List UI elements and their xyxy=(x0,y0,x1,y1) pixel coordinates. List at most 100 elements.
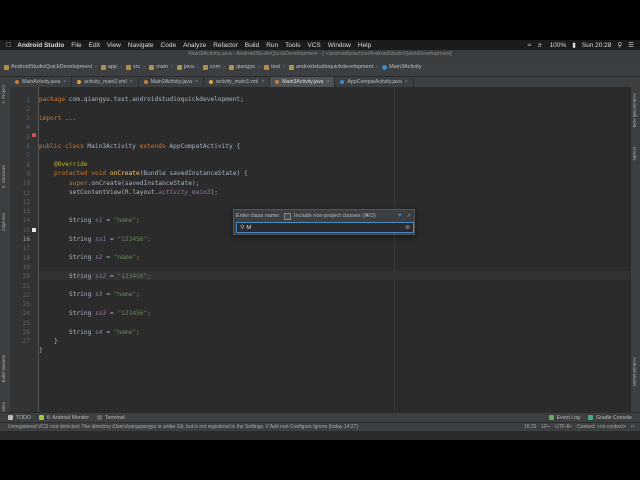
volume-icon[interactable]: ♬ xyxy=(537,42,544,49)
xml-file-icon xyxy=(77,80,82,84)
menu-list-icon[interactable]: ☰ xyxy=(628,41,634,49)
tab-mainactivity[interactable]: MainActivity.java × xyxy=(10,77,73,87)
close-icon[interactable]: × xyxy=(261,79,264,85)
line-number: 12 xyxy=(22,198,30,206)
menu-run[interactable]: Run xyxy=(266,42,278,49)
build-variants-panel-tab[interactable]: Build Variants xyxy=(1,355,6,382)
code-line-1: package com.qiangyu.test.androidstudioqu… xyxy=(39,96,244,103)
right-tool-strip: Android Wifi ADB Gradle Android Model xyxy=(630,87,640,412)
code-line-26: String s4 = "name"; xyxy=(69,328,140,336)
line-number: 26 xyxy=(22,329,30,336)
line-separator[interactable]: LF÷ xyxy=(542,424,551,430)
breadcrumb-item[interactable]: test › xyxy=(264,64,285,70)
status-message[interactable]: Unregistered VCS root detected: The dire… xyxy=(8,424,358,430)
project-panel-tab[interactable]: 1: Project xyxy=(1,85,6,104)
close-icon[interactable]: × xyxy=(405,79,408,85)
include-non-project-checkbox[interactable] xyxy=(284,212,292,220)
line-number: 20 xyxy=(22,273,30,281)
include-non-project-label[interactable]: Include non-project classes (⌘O) xyxy=(294,213,376,219)
editor-tabs: MainActivity.java × activity_main2.xml × M… xyxy=(10,77,640,87)
line-number: 5 xyxy=(26,133,30,141)
cursor-marker-icon xyxy=(32,228,36,232)
tab-activity-main3[interactable]: activity_main3.xml × xyxy=(204,77,271,87)
apple-icon[interactable]:  xyxy=(6,42,11,49)
menu-analyze[interactable]: Analyze xyxy=(183,42,206,49)
battery-icon[interactable]: ▮ xyxy=(572,41,576,49)
menu-file[interactable]: File xyxy=(71,42,81,49)
breadcrumb-item[interactable]: qiangyu › xyxy=(229,64,260,70)
line-number: 6 xyxy=(26,143,30,150)
tab-main2activity[interactable]: Main2Activity.java × xyxy=(139,77,204,87)
code-line-22: String s3 = "name"; xyxy=(69,291,140,299)
event-log-tool-tab[interactable]: Event Log xyxy=(548,415,580,421)
menu-code[interactable]: Code xyxy=(161,42,177,49)
breadcrumb-item[interactable]: AndroidStudioQuickDevelopment › xyxy=(4,64,97,70)
line-number: 23 xyxy=(22,301,30,309)
breadcrumb-item[interactable]: java › xyxy=(176,64,199,70)
tab-main3activity[interactable]: Main3Activity.java × xyxy=(270,77,336,87)
class-search-input[interactable]: ⚲ M ⊗ xyxy=(236,222,414,233)
class-search-value[interactable]: M xyxy=(246,225,251,231)
folder-icon xyxy=(264,64,270,70)
pin-icon[interactable]: ➚ xyxy=(406,213,411,219)
java-class-icon xyxy=(143,80,148,84)
clock[interactable]: Sun 20:28 xyxy=(582,42,612,49)
line-number: 3 xyxy=(26,115,30,123)
menu-refactor[interactable]: Refactor xyxy=(213,42,238,49)
line-number: 10 xyxy=(22,180,30,188)
gradle-console-tool-tab[interactable]: Gradle Console xyxy=(587,415,632,421)
java-class-icon xyxy=(275,80,280,84)
lock-icon[interactable]: □ xyxy=(631,424,634,430)
search-icon[interactable]: ⚲ xyxy=(617,41,622,49)
bottom-tool-bar: TODO 6: Android Monitor Terminal Event L… xyxy=(0,412,640,422)
tab-appcompatactivity[interactable]: AppCompatActivity.java × xyxy=(335,77,414,87)
caret-position[interactable]: 16:31 xyxy=(524,424,537,430)
menu-help[interactable]: Help xyxy=(358,42,371,49)
folder-icon xyxy=(4,64,9,70)
menu-edit[interactable]: Edit xyxy=(89,42,100,49)
todo-tool-tab[interactable]: TODO xyxy=(8,415,31,421)
line-number: 25 xyxy=(22,319,30,327)
terminal-tool-tab[interactable]: Terminal xyxy=(97,415,125,421)
breadcrumb-item[interactable]: Main3Activity xyxy=(382,64,421,70)
menu-view[interactable]: View xyxy=(107,42,121,49)
menu-window[interactable]: Window xyxy=(328,42,351,49)
close-icon[interactable]: × xyxy=(195,79,198,85)
filter-icon[interactable]: ▼ xyxy=(397,213,402,219)
wifi-icon[interactable]: ≈ xyxy=(527,42,531,49)
wifi-adb-panel-tab[interactable]: Android Wifi ADB xyxy=(632,93,637,128)
breadcrumb-item[interactable]: main › xyxy=(149,64,173,70)
gradle-panel-tab[interactable]: Gradle xyxy=(632,147,637,161)
breadcrumb-item[interactable]: androidstudioquickdevelopment › xyxy=(288,64,378,70)
close-icon[interactable]: × xyxy=(63,79,66,85)
line-number: 19 xyxy=(22,263,30,271)
close-icon[interactable]: × xyxy=(326,79,329,85)
tab-activity-main2[interactable]: activity_main2.xml × xyxy=(72,77,139,87)
context-label: Context: <no context> xyxy=(577,424,626,430)
breadcrumb-item[interactable]: com › xyxy=(202,64,225,70)
menu-vcs[interactable]: VCS xyxy=(307,42,320,49)
override-gutter-icon[interactable] xyxy=(32,133,36,137)
status-bar: Unregistered VCS root detected: The dire… xyxy=(0,422,640,431)
android-model-panel-tab[interactable]: Android Model xyxy=(632,357,637,386)
menu-build[interactable]: Build xyxy=(245,42,259,49)
java-class-icon xyxy=(15,80,19,84)
line-number-gutter[interactable]: 1 2 3 4 5 6 7 8 9 10 11 12 13 14 15 16 1… xyxy=(10,87,39,412)
captures-panel-tab[interactable]: Captures xyxy=(1,213,6,231)
android-monitor-tool-tab[interactable]: 6: Android Monitor xyxy=(38,415,89,421)
menu-app-name[interactable]: Android Studio xyxy=(17,42,64,49)
breadcrumb-item[interactable]: src › xyxy=(125,64,145,70)
popup-label: Enter class name: xyxy=(236,213,281,219)
android-icon xyxy=(38,415,44,420)
code-editor[interactable]: package com.qiangyu.test.androidstudioqu… xyxy=(39,87,631,412)
clear-search-icon[interactable]: ⊗ xyxy=(405,224,410,231)
file-encoding[interactable]: UTF-8÷ xyxy=(555,424,572,430)
menu-tools[interactable]: Tools xyxy=(285,42,300,49)
structure-panel-tab[interactable]: 2: Structure xyxy=(1,165,6,188)
battery-text[interactable]: 100% xyxy=(550,42,567,49)
code-line-16: String ss1 = "123456"; xyxy=(69,235,151,243)
close-icon[interactable]: × xyxy=(130,79,133,85)
breadcrumb-item[interactable]: app › xyxy=(100,64,122,70)
line-number: 7 xyxy=(26,152,30,160)
menu-navigate[interactable]: Navigate xyxy=(128,42,154,49)
